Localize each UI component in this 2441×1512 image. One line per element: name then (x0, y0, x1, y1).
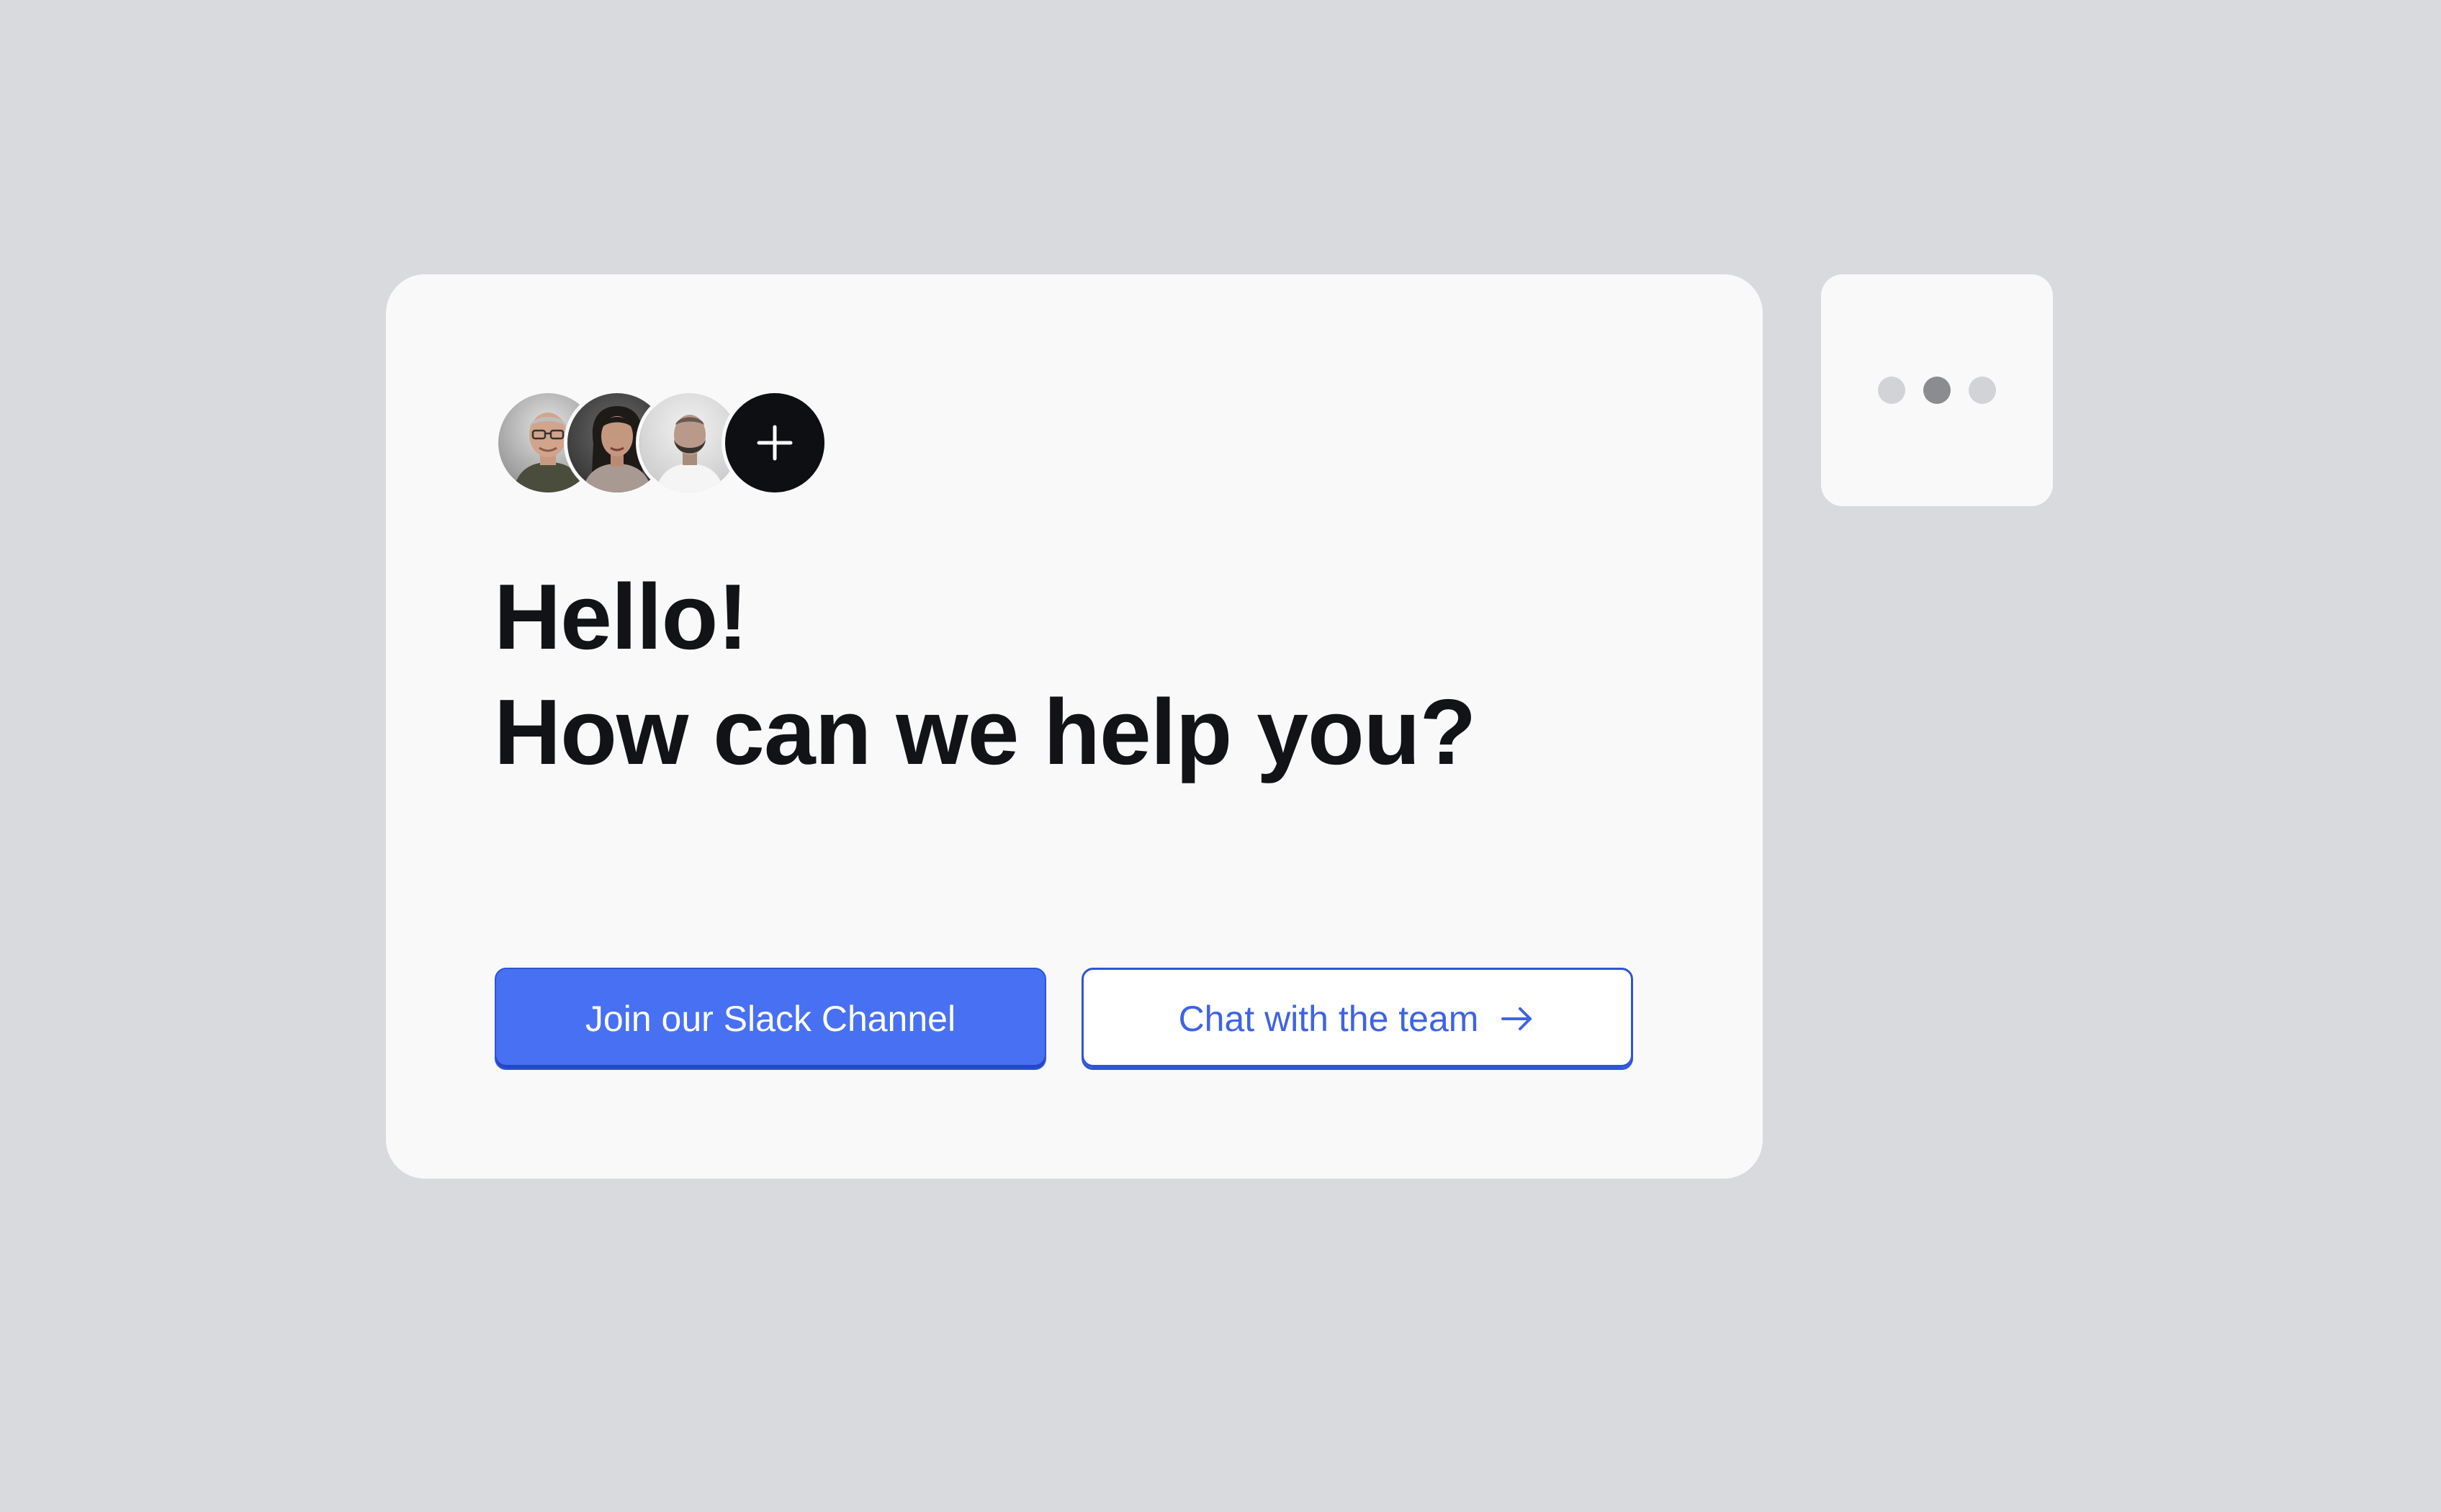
join-slack-button[interactable]: Join our Slack Channel (495, 968, 1046, 1070)
typing-dot (1969, 377, 1996, 404)
headline-line-1: Hello! (494, 565, 748, 669)
typing-indicator (1821, 274, 2053, 506)
page-title: Hello! How can we help you? (494, 559, 1476, 790)
arrow-right-icon (1498, 1000, 1536, 1038)
help-card: Hello! How can we help you? Join our Sla… (386, 274, 1763, 1179)
avatar-group (495, 390, 833, 496)
join-slack-label: Join our Slack Channel (585, 999, 956, 1039)
page-canvas: Hello! How can we help you? Join our Sla… (0, 0, 2441, 1512)
plus-icon (757, 425, 793, 461)
chat-with-team-label: Chat with the team (1178, 999, 1479, 1039)
typing-dot-active (1923, 377, 1951, 404)
headline-line-2: How can we help you? (494, 680, 1476, 784)
typing-dot (1878, 377, 1905, 404)
chat-with-team-button[interactable]: Chat with the team (1082, 968, 1633, 1070)
add-member-button[interactable] (721, 390, 828, 496)
